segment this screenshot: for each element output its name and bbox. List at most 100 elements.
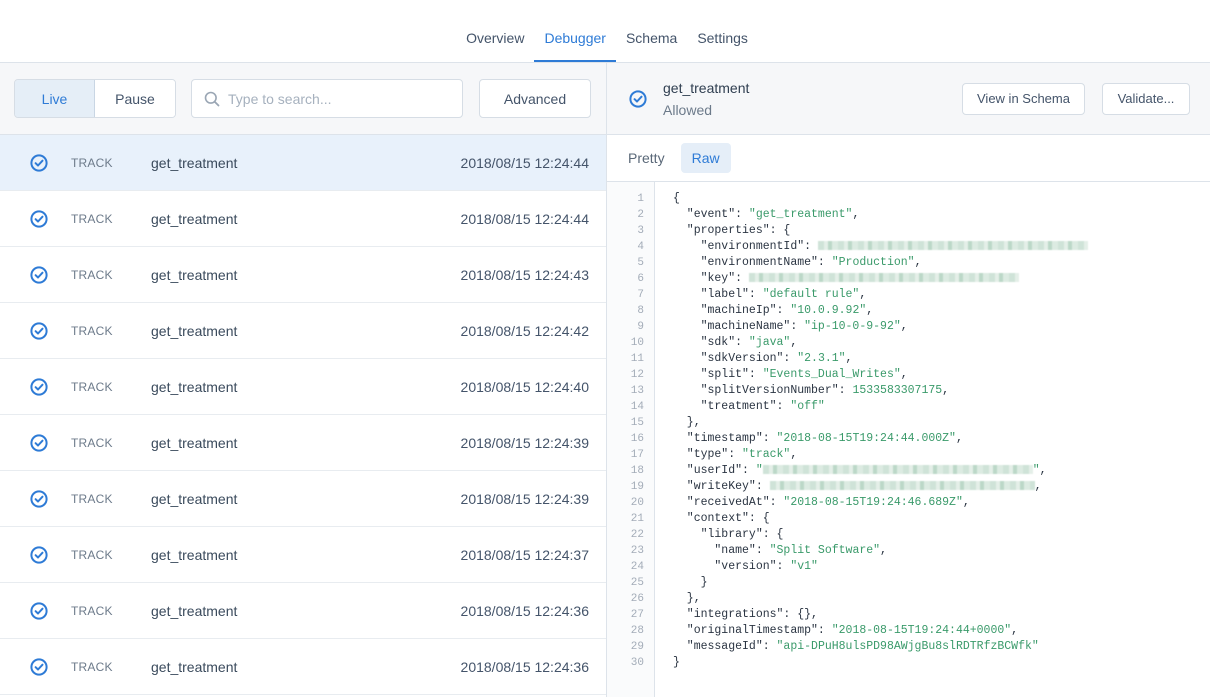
tab-raw[interactable]: Raw xyxy=(680,143,731,173)
event-row[interactable]: TRACK get_treatment 2018/08/15 12:24:44 xyxy=(0,135,606,191)
event-row[interactable]: TRACK get_treatment 2018/08/15 12:24:39 xyxy=(0,415,606,471)
json-token: , xyxy=(1011,624,1019,637)
event-type: TRACK xyxy=(71,603,113,618)
json-token: } xyxy=(673,576,708,589)
json-string: "java" xyxy=(748,336,791,349)
event-toolbar: Live Pause Advanced xyxy=(0,63,606,135)
code-line: "sdk": "java", xyxy=(673,335,1088,351)
line-number: 3 xyxy=(637,225,644,237)
code-line: "environmentName": "Production", xyxy=(673,255,1088,271)
live-pause-toggle: Live Pause xyxy=(14,79,176,118)
json-token: , xyxy=(955,432,963,445)
line-number: 23 xyxy=(630,545,644,557)
check-circle-icon xyxy=(30,265,48,284)
event-row[interactable]: TRACK get_treatment 2018/08/15 12:24:36 xyxy=(0,583,606,639)
code-line: "machineName": "ip-10-0-9-92", xyxy=(673,319,1088,335)
event-timestamp: 2018/08/15 12:24:44 xyxy=(460,154,589,171)
event-detail-panel: get_treatment Allowed View in Schema Val… xyxy=(607,63,1210,697)
json-string: "2018-08-15T19:24:44+0000" xyxy=(831,624,1012,637)
check-circle-icon xyxy=(30,601,48,620)
search-icon xyxy=(204,91,220,107)
json-token: "version": xyxy=(673,560,791,573)
code-line: "sdkVersion": "2.3.1", xyxy=(673,351,1088,367)
event-type: TRACK xyxy=(71,435,113,450)
json-token: "sdkVersion": xyxy=(673,352,798,365)
validate-button[interactable]: Validate... xyxy=(1102,82,1190,115)
json-token: "machineName": xyxy=(673,320,805,333)
code-line: }, xyxy=(673,415,1088,431)
line-number: 8 xyxy=(637,305,644,317)
event-row[interactable]: TRACK get_treatment 2018/08/15 12:24:37 xyxy=(0,527,606,583)
json-string: "Events_Dual_Writes" xyxy=(762,368,901,381)
json-token: { xyxy=(673,192,680,205)
event-name: get_treatment xyxy=(151,154,238,171)
json-token: , xyxy=(852,208,860,221)
json-token: "userId": xyxy=(673,464,756,477)
json-token: "environmentName": xyxy=(673,256,832,269)
json-string: " xyxy=(1032,464,1040,477)
event-title-block: get_treatment Allowed xyxy=(663,80,962,118)
json-token: "label": xyxy=(673,288,763,301)
event-row[interactable]: TRACK get_treatment 2018/08/15 12:24:36 xyxy=(0,639,606,695)
code-line: }, xyxy=(673,591,1088,607)
code-line: "type": "track", xyxy=(673,447,1088,463)
code-line: "treatment": "off" xyxy=(673,399,1088,415)
advanced-button[interactable]: Advanced xyxy=(479,79,591,118)
debugger-main: Live Pause Advanced TRACK get_treatment 20… xyxy=(0,63,1210,697)
search-box xyxy=(191,79,463,118)
event-timestamp: 2018/08/15 12:24:39 xyxy=(460,490,589,507)
tab-settings[interactable]: Settings xyxy=(687,22,758,62)
code-line: "event": "get_treatment", xyxy=(673,207,1088,223)
code-line: "writeKey": , xyxy=(673,479,1088,495)
pause-button[interactable]: Pause xyxy=(95,80,175,117)
json-token: "messageId": xyxy=(673,640,777,653)
view-mode-tabs: Pretty Raw xyxy=(607,135,1210,182)
code-line: "messageId": "api-DPuH8ulsPD98AWjgBu8slR… xyxy=(673,639,1088,655)
code-line: "properties": { xyxy=(673,223,1088,239)
json-token: } xyxy=(673,656,680,669)
event-row[interactable]: TRACK get_treatment 2018/08/15 12:24:42 xyxy=(0,303,606,359)
event-detail-name: get_treatment xyxy=(663,79,750,96)
code-line: "version": "v1" xyxy=(673,559,1088,575)
json-token: , xyxy=(942,384,950,397)
event-name: get_treatment xyxy=(151,378,238,395)
event-row[interactable]: TRACK get_treatment 2018/08/15 12:24:40 xyxy=(0,359,606,415)
code-line: "timestamp": "2018-08-15T19:24:44.000Z", xyxy=(673,431,1088,447)
event-row[interactable]: TRACK get_treatment 2018/08/15 12:24:39 xyxy=(0,471,606,527)
line-number: 26 xyxy=(630,593,644,605)
code-line: "environmentId": xyxy=(673,239,1088,255)
line-number: 15 xyxy=(630,417,644,429)
line-number: 22 xyxy=(630,529,644,541)
event-list: TRACK get_treatment 2018/08/15 12:24:44 TRA… xyxy=(0,135,606,697)
line-number: 29 xyxy=(630,641,644,653)
line-number: 7 xyxy=(637,289,644,301)
event-name: get_treatment xyxy=(151,546,238,563)
tab-pretty[interactable]: Pretty xyxy=(617,143,676,173)
line-number: 13 xyxy=(630,385,644,397)
json-token: , xyxy=(1039,464,1047,477)
code-line: "label": "default rule", xyxy=(673,287,1088,303)
search-input[interactable] xyxy=(228,90,448,107)
view-in-schema-button[interactable]: View in Schema xyxy=(962,82,1085,115)
event-detail-status: Allowed xyxy=(663,101,713,118)
json-token: "properties": { xyxy=(673,224,791,237)
event-timestamp: 2018/08/15 12:24:36 xyxy=(460,602,589,619)
event-timestamp: 2018/08/15 12:24:43 xyxy=(460,266,589,283)
json-token: "context": { xyxy=(673,512,770,525)
json-token: "type": xyxy=(673,448,743,461)
tab-debugger[interactable]: Debugger xyxy=(534,22,616,62)
json-token: "treatment": xyxy=(673,400,791,413)
raw-json-viewer[interactable]: 1 2 3 4 5 6 7 8 9 10 11 12 13 14 15 16 17 18 19 20 21 22 23 24 2… xyxy=(607,182,1210,697)
event-row[interactable]: TRACK get_treatment 2018/08/15 12:24:43 xyxy=(0,247,606,303)
tab-schema[interactable]: Schema xyxy=(616,22,687,62)
live-button[interactable]: Live xyxy=(15,80,95,117)
json-token: "writeKey": xyxy=(673,480,770,493)
event-name: get_treatment xyxy=(151,658,238,675)
event-type: TRACK xyxy=(71,659,113,674)
json-token: "sdk": xyxy=(673,336,749,349)
json-string: "ip-10-0-9-92" xyxy=(804,320,901,333)
event-row[interactable]: TRACK get_treatment 2018/08/15 12:24:44 xyxy=(0,191,606,247)
event-name: get_treatment xyxy=(151,322,238,339)
code-line: "integrations": {}, xyxy=(673,607,1088,623)
tab-overview[interactable]: Overview xyxy=(456,22,534,62)
